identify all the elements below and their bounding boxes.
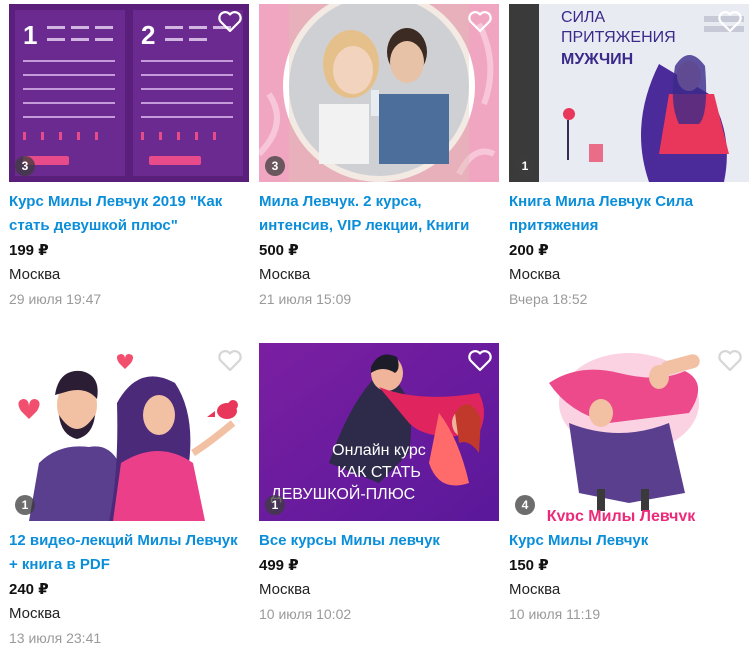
banner-text-line: Онлайн курс [332,442,426,459]
course-banner-dancing-image: Онлайн курс КАК СТАТЬ ДЕВУШКОЙ-ПЛЮС [259,343,499,521]
listing-city: Москва [259,266,311,283]
listing-photo[interactable]: СИЛА ПРИТЯЖЕНИЯ МУЖЧИН 1 [509,4,749,182]
banner-text-line: КАК СТАТЬ [337,464,421,481]
heart-icon[interactable] [217,349,243,373]
book-cover-pink-dress-image: СИЛА ПРИТЯЖЕНИЯ МУЖЧИН [509,4,749,182]
listing-photo[interactable]: Онлайн курс КАК СТАТЬ ДЕВУШКОЙ-ПЛЮС 1 [259,343,499,521]
listing-city: Москва [9,266,61,283]
listing-city: Москва [259,581,311,598]
photo-count-badge: 3 [265,156,285,176]
listing-date: 10 июля 11:19 [509,606,601,622]
heart-icon[interactable] [467,349,493,373]
photo-count-badge: 3 [15,156,35,176]
photo-count-badge: 4 [515,495,535,515]
listing-city: Москва [9,605,61,622]
listing-title-link[interactable]: Мила Левчук. 2 курса, интенсив, VIP лекц… [259,190,499,238]
listing-photo[interactable]: Курс Милы Левчук 4 [509,343,749,521]
listing-date: 21 июля 15:09 [259,291,352,307]
listing-card[interactable]: 1 12 видео-лекций Милы Левчук + книга в … [9,343,249,649]
illustration-man-carrying-woman-image: Курс Милы Левчук [509,343,749,521]
listing-date: 13 июля 23:41 [9,630,102,646]
banner-text-line: Курс Милы Левчук [547,508,697,521]
listing-price: 500 ₽ [259,242,299,259]
banner-text-line: ДЕВУШКОЙ-ПЛЮС [271,484,415,503]
listing-photo[interactable]: 3 [259,4,499,182]
listing-city: Москва [509,581,561,598]
listing-title-link[interactable]: Все курсы Милы левчук [259,529,499,553]
listing-title-link[interactable]: Курс Милы Левчук [509,529,749,553]
heart-icon[interactable] [217,10,243,34]
listing-price: 499 ₽ [259,557,299,574]
heart-icon[interactable] [467,10,493,34]
listing-title-link[interactable]: Курс Милы Левчук 2019 "Как стать девушко… [9,190,249,238]
listing-card[interactable]: Курс Милы Левчук 4 Курс Милы Левчук 150 … [509,343,749,625]
photo-count-badge: 1 [265,495,285,515]
listing-photo[interactable]: 1 [9,343,249,521]
photo-count-badge: 1 [515,156,535,176]
listing-card[interactable]: СИЛА ПРИТЯЖЕНИЯ МУЖЧИН 1 Книга Мила Левч… [509,4,749,310]
illustration-couple-bird-image [9,343,249,521]
listing-card[interactable]: 3 Мила Левчук. 2 курса, интенсив, VIP ле… [259,4,499,310]
listing-price: 150 ₽ [509,557,549,574]
listing-date: 29 июля 19:47 [9,291,102,307]
heart-icon[interactable] [717,10,743,34]
listing-photo[interactable]: 1 2 3 [9,4,249,182]
listing-card[interactable]: Онлайн курс КАК СТАТЬ ДЕВУШКОЙ-ПЛЮС 1 Вс… [259,343,499,625]
listing-card[interactable]: 1 2 3 Курс Милы Левчук 2019 "Как стать д… [9,4,249,310]
purple-course-slides-image: 1 2 [9,4,249,182]
cover-text-line: ПРИТЯЖЕНИЯ [561,29,676,46]
listing-price: 200 ₽ [509,242,549,259]
cover-text-line: СИЛА [561,9,606,26]
listing-date: 10 июля 10:02 [259,606,352,622]
listing-date: Вчера 18:52 [509,291,588,307]
svg-text:2: 2 [141,20,155,50]
couple-photo-pink-circle-image [259,4,499,182]
listing-title-link[interactable]: 12 видео-лекций Милы Левчук + книга в PD… [9,529,249,577]
listing-price: 199 ₽ [9,242,49,259]
svg-text:1: 1 [23,20,37,50]
listing-price: 240 ₽ [9,581,49,598]
listing-title-link[interactable]: Книга Мила Левчук Сила притяжения [509,190,749,238]
listing-city: Москва [509,266,561,283]
cover-text-line: МУЖЧИН [561,51,633,68]
heart-icon[interactable] [717,349,743,373]
photo-count-badge: 1 [15,495,35,515]
